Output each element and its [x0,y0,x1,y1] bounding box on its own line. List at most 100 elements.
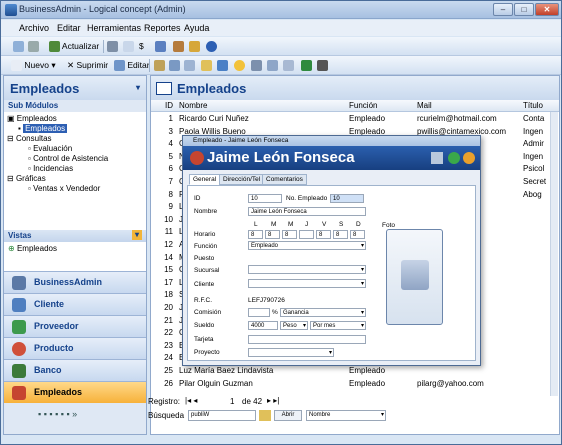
tree-item-consultas[interactable]: ⊟ Consultas [7,134,52,143]
hour-field[interactable]: 8 [333,230,348,239]
col-mail[interactable]: Mail [417,101,432,110]
filter-icon[interactable] [154,60,165,72]
client-select[interactable] [248,279,366,288]
card-field[interactable] [248,335,366,344]
name-field[interactable]: Jaime León Fonseca [248,207,366,216]
menu-ayuda[interactable]: Ayuda [184,23,209,33]
view-item-empleados[interactable]: ⊕ Empleados [8,244,57,253]
tree-item-evaluacion[interactable]: ▫ Evaluación [28,144,72,153]
search-input[interactable]: publiW [188,410,256,421]
currency-select[interactable]: Peso [280,321,308,330]
print-icon[interactable] [431,152,443,164]
day-label: M [288,221,294,228]
search-icon[interactable] [259,410,271,421]
open-button[interactable]: Abrir [274,410,302,421]
refresh-button[interactable]: Actualizar [49,41,99,53]
smiley-icon[interactable] [234,60,245,72]
grid-scrollbar[interactable] [550,112,558,396]
salary-field[interactable]: 4000 [248,321,278,330]
table-cell: 7 [168,177,173,186]
lock-icon[interactable] [189,41,200,53]
table-row[interactable]: 1 Ricardo Curi Nuñez Empleado rcurielm@hotm… [151,113,551,125]
table-row[interactable]: 25 Luz María Baez Lindavista Empleado [151,365,551,377]
hour-field[interactable]: 8 [316,230,331,239]
grid-icon[interactable] [217,60,228,72]
emp-number-field[interactable]: 10 [330,194,364,203]
menu-archivo[interactable]: Archivo [19,23,49,33]
hour-field[interactable]: 8 [265,230,280,239]
id-field[interactable]: 10 [248,194,282,203]
table-row[interactable]: 26 Pilar Olguin Guzman Empleado pilarg@yaho… [151,378,551,390]
export-icon[interactable] [155,41,166,53]
menu-herramientas[interactable]: Herramientas [87,23,141,33]
branch-select[interactable] [248,265,366,274]
nav-producto[interactable]: Producto [4,337,146,359]
tree-item-graficas[interactable]: ⊟ Gráficas [7,174,46,183]
zoom-icon[interactable] [283,60,294,72]
nav-businessadmin[interactable]: BusinessAdmin [4,271,146,293]
currency-icon[interactable]: $ [139,41,144,51]
table-cell: 14 [164,252,173,262]
photo-frame[interactable] [386,229,443,325]
table-cell: 12 [164,240,173,249]
tree-item-empleados-sub[interactable]: ▪ Empleados [18,124,68,133]
col-funcion[interactable]: Función [349,101,377,110]
tab-direccion[interactable]: Dirección/Tel [219,174,265,185]
tree-item-empleados[interactable]: ▣ Empleados [7,114,57,123]
tree-item-ventas[interactable]: ▫ Ventas x Vendedor [28,184,100,193]
menu-reportes[interactable]: Reportes [144,23,181,33]
project-select[interactable] [248,348,334,357]
search-field-select[interactable]: Nombre [306,410,386,421]
info-icon[interactable] [206,41,217,53]
funnel-icon[interactable] [267,60,278,72]
save-icon[interactable] [448,152,460,164]
excel-icon[interactable] [301,60,312,72]
col-nombre[interactable]: Nombre [179,101,207,110]
new-button[interactable]: Nuevo ▾ [11,60,56,72]
print-icon[interactable] [28,41,39,53]
nav-banco[interactable]: Banco [4,359,146,381]
function-select[interactable]: Empleado [248,241,366,250]
document-icon[interactable] [123,41,134,53]
salary-period-select[interactable]: Por mes [310,321,366,330]
last-record-button[interactable]: ▸ ▸| [267,396,279,405]
nav-cliente[interactable]: Cliente [4,293,146,315]
nav-empleados[interactable]: Empleados [4,381,146,403]
cancel-icon[interactable] [463,152,475,164]
find-icon[interactable] [201,60,212,72]
sort-az-icon[interactable] [184,60,195,72]
tree-item-incidencias[interactable]: ▫ Incidencias [28,164,73,173]
commission-field[interactable] [248,308,270,317]
views-header[interactable]: Vistas ▾ [4,230,146,242]
menu-editar[interactable]: Editar [57,23,81,33]
tab-general[interactable]: General [189,174,221,185]
table-cell: Secret [523,177,547,186]
table-cell: 6 [168,164,173,174]
current-record[interactable]: 1 [230,397,234,406]
rfc-value[interactable]: LEFJ790726 [248,297,285,304]
first-record-button[interactable]: |◂ ◂ [185,396,197,405]
print-preview-icon[interactable] [13,41,24,53]
nav-proveedor[interactable]: Proveedor [4,315,146,337]
chart-icon[interactable] [317,60,328,72]
nav-overflow-icons[interactable]: ▪ ▪ ▪ ▪ ▪ ▪ » [4,403,146,434]
maximize-button[interactable]: □ [514,3,534,16]
tools-icon[interactable] [173,41,184,53]
tab-comentarios[interactable]: Comentarios [262,174,307,185]
delete-button[interactable]: ✕ Suprimir [67,60,108,71]
client-label: Cliente [194,281,215,288]
close-button[interactable]: ✕ [535,3,559,16]
hour-field[interactable] [299,230,314,239]
view-icon[interactable] [251,60,262,72]
calculator-icon[interactable] [107,41,118,53]
commission-type-select[interactable]: Ganancia [280,308,366,317]
hour-field[interactable]: 8 [282,230,297,239]
hour-field[interactable]: 8 [350,230,365,239]
col-id[interactable]: ID [165,101,173,110]
tree-item-asistencia[interactable]: ▫ Control de Asistencia [28,154,108,163]
sort-icon[interactable] [169,60,180,72]
minimize-button[interactable]: – [493,3,513,16]
edit-button[interactable]: Editar [114,60,150,72]
col-titulo[interactable]: Título [523,101,543,110]
hour-field[interactable]: 8 [248,230,263,239]
